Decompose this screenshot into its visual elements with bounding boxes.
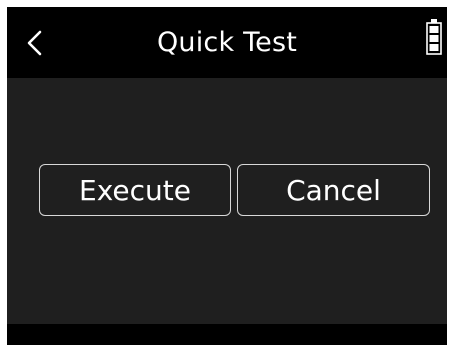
title-bar: Quick Test xyxy=(7,7,447,78)
execute-button[interactable]: Execute xyxy=(39,164,231,216)
footer-bar xyxy=(7,324,447,345)
cancel-button[interactable]: Cancel xyxy=(237,164,430,216)
battery-full-icon xyxy=(426,19,442,55)
battery-indicator xyxy=(425,17,443,57)
back-button[interactable] xyxy=(21,21,51,65)
device-screen: Quick Test Execute Cancel xyxy=(7,7,447,345)
page-title: Quick Test xyxy=(156,27,298,58)
chevron-left-icon xyxy=(27,30,42,56)
